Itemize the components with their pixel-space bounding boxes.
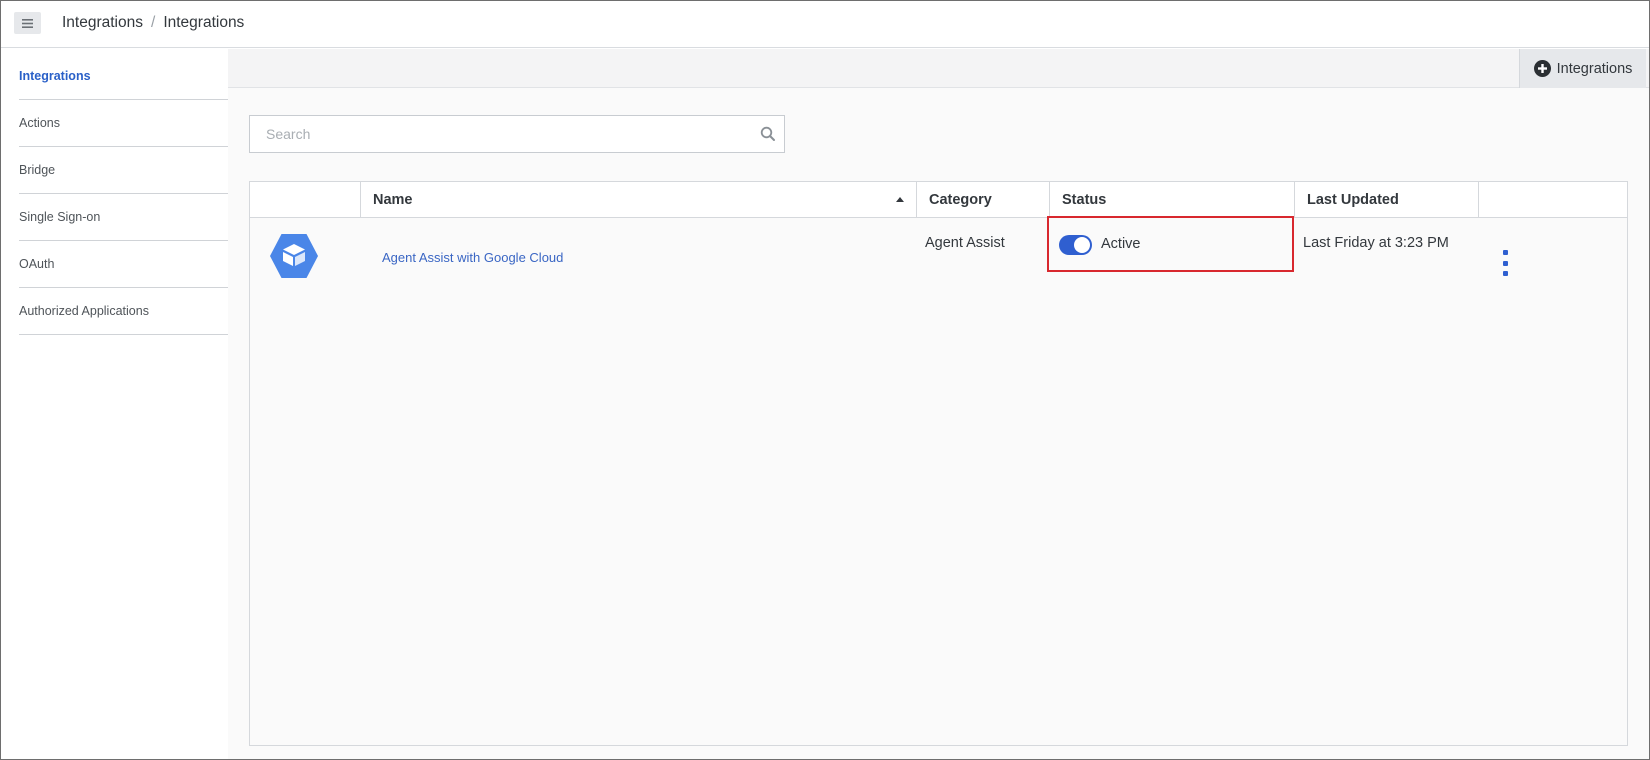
table-header: Name Category Status Last Updated [250,182,1627,218]
column-header-label: Category [929,191,992,208]
breadcrumb-item[interactable]: Integrations [62,14,143,32]
action-bar: Integrations [228,49,1649,88]
search-box [249,115,785,153]
sidebar-item-label: Actions [19,116,60,130]
agent-assist-hexagon-icon [270,234,318,278]
search-icon[interactable] [760,126,776,142]
sidebar-item-label: Single Sign-on [19,210,101,224]
sidebar-item-label: OAuth [19,257,55,271]
sort-ascending-icon [896,197,904,202]
status-highlight-box: Active [1047,216,1294,272]
plus-circle-icon [1533,60,1551,77]
sidebar-item-label: Authorized Applications [19,304,149,318]
sidebar-item-label: Integrations [19,69,91,83]
kebab-menu-icon[interactable] [1500,250,1510,276]
sidebar-item-label: Bridge [19,163,56,177]
hamburger-menu-button[interactable] [14,12,41,34]
column-header-label: Last Updated [1307,191,1399,208]
column-header-last-updated[interactable]: Last Updated [1294,182,1478,217]
add-integration-button[interactable]: Integrations [1519,49,1646,88]
top-bar: Integrations / Integrations [1,1,1649,48]
breadcrumb-current: Integrations [163,14,245,31]
sidebar-item-actions[interactable]: Actions [19,100,228,147]
column-header-actions [1478,182,1627,217]
sidebar-item-authorized-applications[interactable]: Authorized Applications [19,288,228,335]
category-cell: Agent Assist [925,235,1005,251]
toggle-knob [1074,237,1090,253]
column-header-name[interactable]: Name [360,182,916,217]
column-header-label: Status [1062,191,1107,208]
integration-name-link[interactable]: Agent Assist with Google Cloud [382,250,563,265]
breadcrumb: Integrations / Integrations [62,14,244,32]
column-header-status[interactable]: Status [1049,182,1294,217]
status-label: Active [1101,236,1141,252]
sidebar-item-single-sign-on[interactable]: Single Sign-on [19,194,228,241]
last-updated-cell: Last Friday at 3:23 PM [1303,235,1449,251]
sidebar-item-integrations[interactable]: Integrations [19,53,228,100]
integrations-table: Name Category Status Last Updated Agent … [249,181,1628,746]
breadcrumb-separator: / [151,14,156,31]
sidebar-item-bridge[interactable]: Bridge [19,147,228,194]
status-toggle[interactable] [1059,235,1092,255]
hamburger-icon [22,18,33,28]
column-header-category[interactable]: Category [916,182,1049,217]
column-header-logo [250,182,360,217]
add-integration-label: Integrations [1556,60,1633,77]
search-input[interactable] [250,116,750,152]
sidebar-item-oauth[interactable]: OAuth [19,241,228,288]
table-row: Agent Assist with Google Cloud Agent Ass… [250,216,1627,308]
sidebar: Integrations Actions Bridge Single Sign-… [1,49,228,759]
main-content: Integrations Name Category Status [228,49,1649,759]
column-header-label: Name [373,191,413,208]
